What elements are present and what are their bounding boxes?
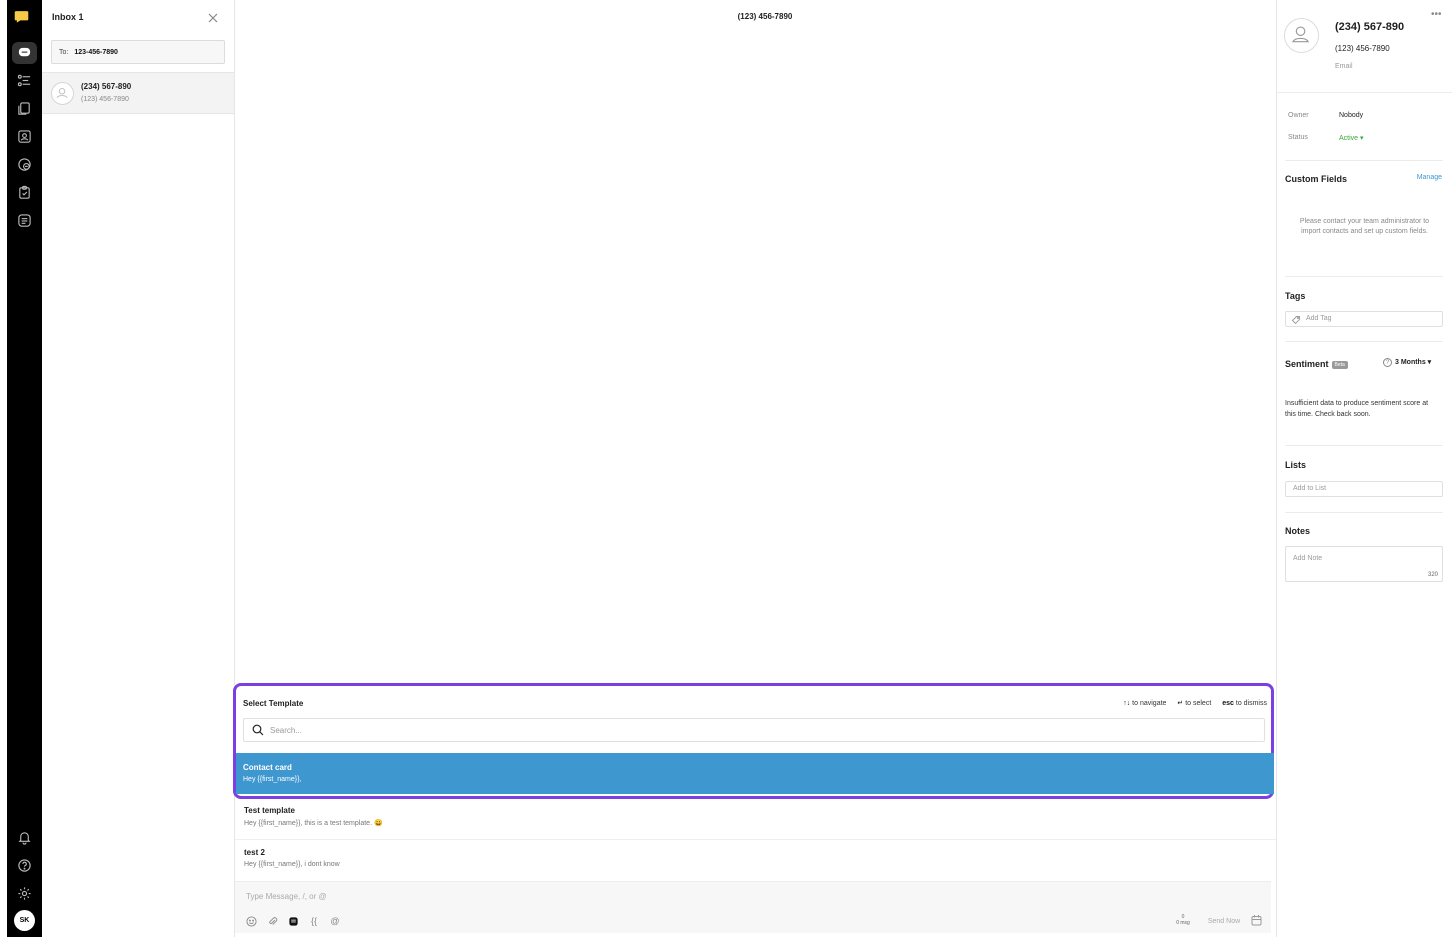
- conversation-name: (234) 567-890: [81, 82, 132, 91]
- divider: [1285, 276, 1443, 277]
- divider: [1285, 445, 1443, 446]
- user-avatar[interactable]: SK: [14, 910, 35, 931]
- help-icon[interactable]: [15, 856, 34, 875]
- template-picker: Select Template ↑↓ to navigate ↵ to sele…: [233, 683, 1274, 799]
- contact-email[interactable]: Email: [1335, 63, 1353, 70]
- lists-heading: Lists: [1285, 460, 1307, 470]
- template-icon[interactable]: [287, 915, 299, 927]
- reports-icon[interactable]: [15, 211, 34, 230]
- hint-select: ↵ to select: [1177, 700, 1212, 707]
- contacts-icon[interactable]: [15, 127, 34, 146]
- divider: [1285, 341, 1443, 342]
- conversation-title: (123) 456-7890: [737, 12, 793, 21]
- owner-label: Owner: [1288, 112, 1309, 119]
- template-option[interactable]: test 2 Hey {{first_name}}, i dont know: [235, 841, 1276, 882]
- beta-badge: Beta: [1331, 360, 1348, 369]
- template-option-selected[interactable]: Contact card Hey {{first_name}},: [236, 753, 1274, 794]
- mention-icon[interactable]: @: [329, 915, 341, 927]
- send-now-button[interactable]: Send Now: [1201, 913, 1247, 929]
- contact-avatar-icon: [51, 82, 74, 105]
- divider: [1285, 160, 1443, 161]
- template-name: Contact card: [243, 763, 292, 772]
- template-preview: Hey {{first_name}}, this is a test templ…: [244, 820, 383, 827]
- composer-placeholder[interactable]: Type Message, /, or @: [246, 892, 327, 901]
- conversation-list: Inbox 1 To: 123-456-7890 (234) 567-890 (1…: [42, 0, 235, 937]
- keyboard-hints: ↑↓ to navigate ↵ to select esc to dismis…: [1114, 699, 1267, 707]
- bell-icon[interactable]: [15, 828, 34, 847]
- divider: [1277, 92, 1452, 93]
- add-note-textarea[interactable]: Add Note 320: [1285, 546, 1443, 582]
- variable-braces-icon[interactable]: {{: [308, 915, 320, 927]
- notes-char-counter: 320: [1427, 572, 1438, 578]
- sentiment-message: Insufficient data to produce sentiment s…: [1285, 400, 1429, 418]
- attachment-icon[interactable]: [266, 915, 278, 927]
- nav-rail: SK: [7, 0, 42, 937]
- template-picker-heading: Select Template: [243, 699, 304, 708]
- template-search-input[interactable]: [270, 723, 1220, 738]
- tag-icon: [1291, 315, 1301, 327]
- add-to-list-input[interactable]: Add to List: [1285, 481, 1443, 497]
- contact-name[interactable]: (234) 567-890: [1335, 21, 1404, 33]
- status-label: Status: [1288, 134, 1308, 141]
- inbox-title: Inbox 1: [52, 12, 84, 22]
- to-label: To:: [59, 49, 69, 56]
- template-option[interactable]: Test template Hey {{first_name}}, this i…: [235, 799, 1276, 840]
- message-composer[interactable]: Type Message, /, or @ {{ @ 0 0 msg Send …: [235, 881, 1271, 933]
- recipient-field[interactable]: To: 123-456-7890: [51, 40, 225, 64]
- help-icon: ?: [1383, 358, 1392, 367]
- settings-gear-icon[interactable]: [15, 884, 34, 903]
- divider: [1285, 512, 1443, 513]
- hint-navigate: ↑↓ to navigate: [1123, 700, 1167, 707]
- notes-heading: Notes: [1285, 526, 1311, 536]
- contact-avatar-icon: [1284, 18, 1319, 53]
- message-count: 0 0 msg: [1176, 914, 1190, 926]
- sentiment-period-dropdown[interactable]: ? 3 Months ▾: [1383, 358, 1431, 367]
- campaigns-icon[interactable]: [15, 155, 34, 174]
- conversation-subtitle: (123) 456-7890: [81, 96, 129, 103]
- contact-phone: (123) 456-7890: [1335, 44, 1390, 53]
- close-icon[interactable]: [207, 11, 219, 23]
- status-dropdown[interactable]: Active ▾: [1339, 134, 1364, 142]
- template-preview: Hey {{first_name}},: [243, 776, 302, 783]
- composer-toolbar: {{ @: [245, 915, 341, 927]
- app-logo-icon: [14, 9, 35, 28]
- add-tag-input[interactable]: Add Tag: [1285, 311, 1443, 327]
- hint-dismiss: esc to dismiss: [1222, 700, 1267, 707]
- sequences-icon[interactable]: [15, 71, 34, 90]
- template-search: [243, 718, 1265, 742]
- template-name: test 2: [244, 848, 265, 857]
- conversation-main: (123) 456-7890 Select Template ↑↓ to nav…: [233, 0, 1276, 937]
- template-preview: Hey {{first_name}}, i dont know: [244, 861, 340, 868]
- tags-heading: Tags: [1285, 291, 1306, 301]
- emoji-icon[interactable]: [245, 915, 257, 927]
- custom-fields-heading: Custom Fields: [1285, 174, 1348, 184]
- owner-value[interactable]: Nobody: [1339, 112, 1363, 119]
- to-value: 123-456-7890: [74, 49, 118, 56]
- template-name: Test template: [244, 806, 295, 815]
- app-window: SK Inbox 1 To: 123-456-7890 (234) 567-890…: [0, 0, 1452, 937]
- sentiment-heading: Sentiment Beta: [1285, 359, 1348, 369]
- more-options-icon[interactable]: •••: [1431, 9, 1442, 20]
- messages-icon[interactable]: [15, 43, 34, 62]
- schedule-icon[interactable]: [1250, 914, 1263, 927]
- custom-fields-info: Please contact your team administrator t…: [1299, 218, 1430, 235]
- documents-icon[interactable]: [15, 99, 34, 118]
- tasks-icon[interactable]: [15, 183, 34, 202]
- conversation-item[interactable]: (234) 567-890 (123) 456-7890: [42, 72, 234, 114]
- manage-link[interactable]: Manage: [1417, 174, 1442, 181]
- contact-panel: ••• (234) 567-890 (123) 456-7890 Email O…: [1276, 0, 1452, 937]
